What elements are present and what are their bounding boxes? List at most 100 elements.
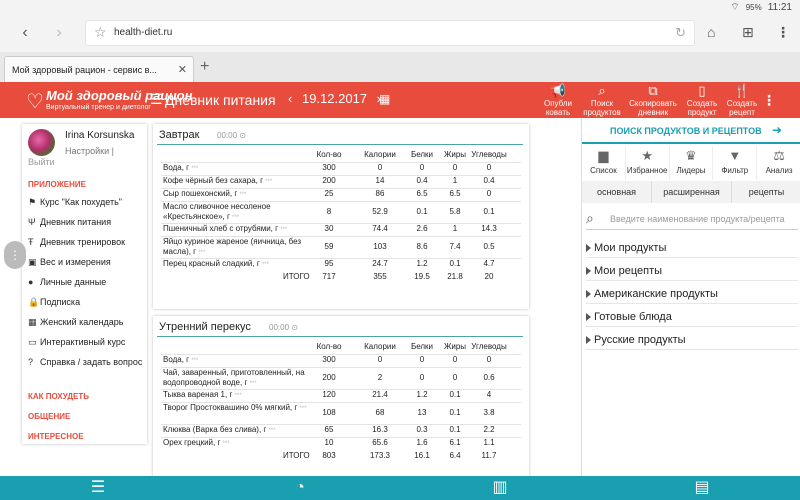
nutrient-value: 4.7: [483, 259, 495, 268]
section-social[interactable]: ОБЩЕНИЕ: [28, 412, 70, 421]
category-my-products[interactable]: Мои продукты: [586, 240, 798, 258]
tab-list[interactable]: ▆ Список: [582, 146, 626, 180]
nutrient-value: 14: [375, 176, 385, 185]
product-name[interactable]: Яйцо куриное жареное (яичница, без масла…: [163, 237, 318, 258]
product-name[interactable]: Тыква вареная 1, г ***: [163, 390, 318, 401]
tab-analysis[interactable]: ⚖ Анализ: [757, 146, 800, 180]
search-mode-tabs: основная расширенная рецепты: [582, 181, 800, 203]
create-product-button[interactable]: ▯ Создать продукт: [682, 82, 722, 117]
tab-extended[interactable]: расширенная: [652, 181, 732, 203]
product-name[interactable]: Пшеничный хлеб с отрубями, г ***: [163, 224, 318, 235]
category-my-recipes[interactable]: Мои рецепты: [586, 263, 798, 281]
category-ready-meals[interactable]: Готовые блюда: [586, 309, 798, 327]
tab-filter[interactable]: ▼ Фильтр: [713, 146, 758, 180]
sidebar-item-interactive-course[interactable]: ▭ Интерактивный курс: [28, 337, 146, 348]
section-app[interactable]: ПРИЛОЖЕНИЕ: [28, 180, 86, 189]
quantity-value[interactable]: 25: [311, 189, 347, 198]
prev-day-icon[interactable]: ‹: [288, 91, 292, 106]
product-name[interactable]: Клюква (Варка без слива), г ***: [163, 425, 318, 436]
category-russian-products[interactable]: Русские продукты: [586, 332, 798, 350]
quantity-value[interactable]: 300: [311, 163, 347, 172]
meal-card-breakfast: Завтрак 00:00 ⊙ Кол-во Калории Белки Жиры Уг…: [153, 124, 529, 309]
tab-basic[interactable]: основная: [582, 181, 652, 203]
hamburger-icon[interactable]: ☰: [150, 91, 163, 108]
sidebar-item-food-diary[interactable]: Ψ Дневник питания: [28, 217, 146, 228]
create-recipe-button[interactable]: 🍴 Создать рецепт: [722, 82, 762, 117]
quantity-value[interactable]: 65: [311, 425, 347, 434]
avatar[interactable]: [28, 129, 55, 156]
product-name[interactable]: Орех грецкий, г ***: [163, 438, 318, 449]
product-name[interactable]: Масло сливочное несоленое «Крестьянское»…: [163, 202, 318, 223]
quantity-value[interactable]: 300: [311, 355, 347, 364]
collapse-arrow-icon[interactable]: ➜: [772, 123, 782, 137]
wifi-icon: ⌔: [730, 2, 740, 13]
tab-leaders[interactable]: ♛ Лидеры: [670, 146, 714, 180]
sidebar-item-help[interactable]: ? Справка / задать вопрос: [28, 357, 146, 368]
more-options-icon[interactable]: ⋮: [762, 92, 776, 109]
sidebar-item-personal-data[interactable]: ● Личные данные: [28, 277, 146, 288]
quantity-value[interactable]: 8: [311, 207, 347, 216]
quantity-value[interactable]: 30: [311, 224, 347, 233]
list-view-icon[interactable]: ☰: [86, 478, 110, 498]
category-american-products[interactable]: Американские продукты: [586, 286, 798, 304]
copy-diary-button[interactable]: ⧉ Скопировать дневник: [624, 82, 682, 117]
bar-chart-icon[interactable]: ▥: [488, 478, 512, 498]
tab-favorites[interactable]: ★ Избранное: [626, 146, 670, 180]
reload-icon[interactable]: ↻: [675, 25, 686, 41]
quantity-value[interactable]: 200: [311, 373, 347, 382]
url-text[interactable]: health-diet.ru: [114, 27, 172, 38]
sidebar-item-subscription[interactable]: 🔒Подписка: [28, 297, 146, 308]
new-tab-button[interactable]: +: [200, 58, 209, 76]
section-lose-weight[interactable]: КАК ПОХУДЕТЬ: [28, 392, 89, 401]
nutrient-value: 0: [486, 189, 492, 198]
meal-title[interactable]: Завтрак: [159, 129, 199, 141]
product-name[interactable]: Вода, г ***: [163, 163, 318, 174]
meal-time[interactable]: 00:00 ⊙: [217, 131, 246, 140]
quantity-value[interactable]: 108: [311, 408, 347, 417]
reading-mode-icon[interactable]: ⊞: [742, 24, 754, 41]
current-date[interactable]: 19.12.2017: [302, 91, 367, 106]
product-name[interactable]: Творог Простоквашино 0% мягкий, г ***: [163, 403, 318, 414]
search-products-button[interactable]: ⌕ Поиск продуктов: [580, 82, 624, 117]
back-icon[interactable]: ‹: [14, 22, 36, 44]
quantity-value[interactable]: 59: [311, 242, 347, 251]
logout-link[interactable]: Выйти: [28, 157, 55, 167]
quantity-value[interactable]: 10: [311, 438, 347, 447]
quantity-value[interactable]: 120: [311, 390, 347, 399]
pie-chart-icon[interactable]: ◔: [288, 478, 312, 498]
menu-icon[interactable]: ⋮: [776, 24, 790, 41]
address-bar[interactable]: ☆ health-diet.ru ↻: [85, 20, 695, 46]
stats-icon[interactable]: ▤: [690, 478, 714, 498]
publish-button[interactable]: 📢 Опубли ковать: [536, 82, 580, 117]
nutrient-value: 24.7: [372, 259, 388, 268]
sidebar-item-training-diary[interactable]: Ŧ Дневник тренировок: [28, 237, 146, 248]
home-icon[interactable]: ⌂: [707, 24, 715, 40]
drag-handle-icon[interactable]: ⋮: [4, 241, 26, 269]
calendar-icon[interactable]: ▦: [379, 92, 390, 106]
meal-title[interactable]: Утренний перекус: [159, 321, 251, 333]
column-header: Белки: [410, 342, 434, 351]
product-name[interactable]: Перец красный сладкий, г ***: [163, 259, 318, 270]
tab-recipes[interactable]: рецепты: [732, 181, 800, 203]
sidebar-item-women-calendar[interactable]: ▦ Женский календарь: [28, 317, 146, 328]
nutrient-value: 1: [452, 224, 458, 233]
nutrient-value: 1.2: [416, 259, 428, 268]
close-tab-icon[interactable]: ✕: [178, 63, 187, 76]
settings-link[interactable]: Настройки |: [65, 146, 114, 156]
forward-icon[interactable]: ›: [48, 22, 70, 44]
browser-tab[interactable]: Мой здоровый рацион - сервис в... ✕: [4, 56, 194, 82]
meal-time[interactable]: 00:00 ⊙: [269, 323, 298, 332]
bookmark-star-icon[interactable]: ☆: [94, 24, 107, 41]
quantity-value[interactable]: 200: [311, 176, 347, 185]
search-input[interactable]: ⌕ Введите наименование продукта/рецепта: [586, 208, 798, 230]
product-name[interactable]: Кофе чёрный без сахара, г ***: [163, 176, 318, 187]
product-name[interactable]: Вода, г ***: [163, 355, 318, 366]
product-name[interactable]: Сыр пошехонский, г ***: [163, 189, 318, 200]
quantity-value[interactable]: 95: [311, 259, 347, 268]
sidebar-item-course[interactable]: ⚑ Курс "Как похудеть": [28, 197, 146, 208]
section-interesting[interactable]: ИНТЕРЕСНОЕ: [28, 432, 84, 441]
sidebar-item-weight[interactable]: ▣ Вес и измерения: [28, 257, 146, 268]
rating-stars: ***: [261, 262, 269, 268]
product-name[interactable]: Чай, заваренный, приготовленный, на водо…: [163, 368, 318, 389]
nutrient-value: 0: [419, 355, 425, 364]
